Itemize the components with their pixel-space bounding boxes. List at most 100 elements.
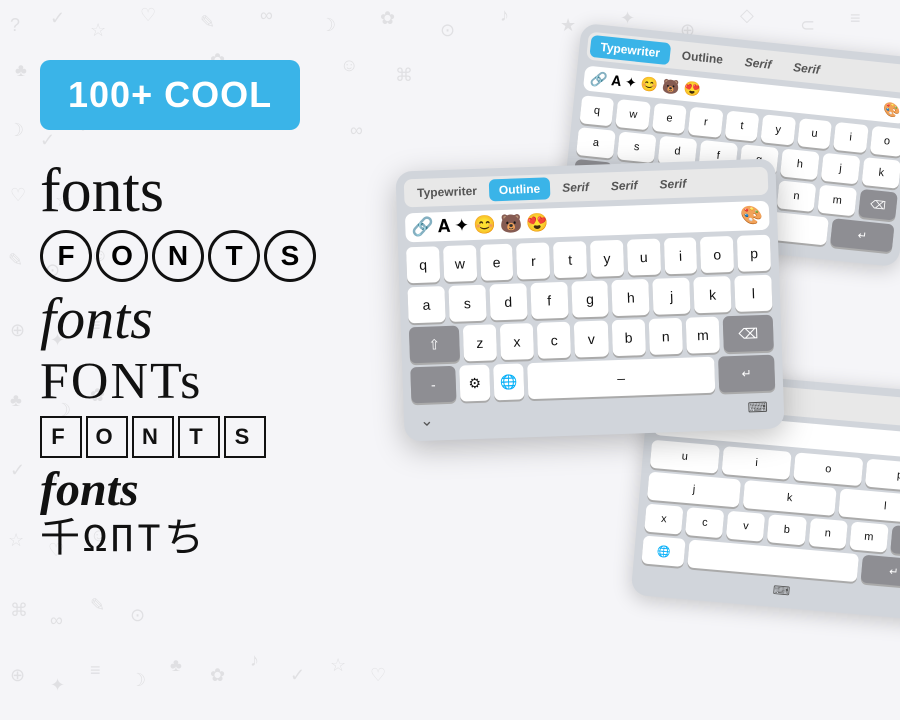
key-w[interactable]: w (443, 245, 477, 282)
key-l-front[interactable]: l (838, 488, 900, 524)
key-z[interactable]: z (463, 324, 497, 361)
chevron-down-icon[interactable]: ⌄ (420, 411, 434, 431)
key-b-front[interactable]: b (767, 514, 806, 545)
color-icon-back[interactable]: 🎨 (882, 101, 900, 120)
key-o[interactable]: o (700, 236, 734, 273)
tab-serif2-main[interactable]: Serif (600, 174, 647, 198)
sparkle-icon-back[interactable]: ✦ (624, 74, 637, 92)
font-icon-main[interactable]: 𝐀 (437, 216, 450, 237)
key-r-back[interactable]: r (688, 107, 723, 138)
key-i-front[interactable]: i (721, 446, 791, 480)
key-q[interactable]: q (406, 246, 440, 283)
key-m-front[interactable]: m (849, 521, 888, 552)
emoji-face-back[interactable]: 😊 (640, 75, 659, 94)
key-g[interactable]: g (571, 280, 609, 317)
share-icon-back[interactable]: 🔗 (589, 70, 608, 89)
key-c[interactable]: c (537, 322, 571, 359)
bear-icon-main[interactable]: 🐻 (499, 213, 522, 235)
key-s-back[interactable]: s (617, 131, 657, 163)
key-i-back[interactable]: i (833, 122, 868, 153)
key-t[interactable]: t (553, 241, 587, 278)
key-globe-front[interactable]: 🌐 (641, 535, 686, 567)
font-icon-back[interactable]: 𝐀 (611, 72, 622, 90)
key-m[interactable]: m (686, 317, 720, 354)
key-n-front[interactable]: n (808, 518, 847, 549)
key-return[interactable]: ↵ (718, 355, 775, 393)
tab-typewriter-main[interactable]: Typewriter (407, 180, 488, 205)
key-l[interactable]: l (734, 275, 772, 312)
key-s[interactable]: s (448, 285, 486, 322)
key-j-back[interactable]: j (821, 153, 861, 185)
share-icon-main[interactable]: 🔗 (411, 216, 434, 238)
sparkle-icon-main[interactable]: ✦ (454, 215, 470, 237)
key-settings[interactable]: ⚙ (459, 365, 490, 402)
key-k-front[interactable]: k (743, 480, 837, 516)
tab-serif2-back[interactable]: Serif (782, 55, 831, 82)
fonts-list: fonts F O N T S fonts FONTs F O N T S fo… (40, 160, 400, 562)
key-j-front[interactable]: j (647, 472, 741, 508)
keyboard-main: Typewriter Outline Serif Serif Serif 🔗 𝐀… (395, 158, 784, 441)
key-c-front[interactable]: c (685, 507, 724, 538)
font-sample-italic: fonts (40, 290, 400, 348)
key-u[interactable]: u (627, 239, 661, 276)
key-j[interactable]: j (653, 278, 691, 315)
key-m-back[interactable]: m (817, 185, 857, 217)
key-p-front[interactable]: p (865, 459, 900, 493)
key-delete[interactable]: ⌫ (723, 315, 774, 353)
key-v-front[interactable]: v (726, 511, 765, 542)
color-icon-main[interactable]: 🎨 (740, 205, 763, 227)
keyboard-icon[interactable]: ⌨ (747, 399, 768, 420)
tab-typewriter-back[interactable]: Typewriter (589, 35, 671, 65)
key-h[interactable]: h (612, 279, 650, 316)
tab-serif3-main[interactable]: Serif (649, 172, 696, 196)
tab-outline-back[interactable]: Outline (671, 43, 734, 71)
key-x[interactable]: x (500, 323, 534, 360)
key-p[interactable]: p (737, 235, 771, 272)
bear-icon-back[interactable]: 🐻 (661, 78, 680, 97)
key-t-back[interactable]: t (724, 110, 759, 141)
key-v[interactable]: v (574, 320, 608, 357)
key-y-back[interactable]: y (761, 114, 796, 145)
key-i[interactable]: i (663, 237, 697, 274)
key-e[interactable]: e (480, 244, 514, 281)
love-icon-back[interactable]: 😍 (683, 80, 702, 99)
keyboard-icon-front[interactable]: ⌨ (772, 583, 790, 598)
font-sample-serif: FONTs (40, 356, 400, 408)
key-n[interactable]: n (649, 318, 683, 355)
key-q-back[interactable]: q (579, 95, 614, 126)
key-n-back[interactable]: n (777, 180, 817, 212)
key-num[interactable]: - (410, 366, 456, 404)
key-f[interactable]: f (530, 282, 568, 319)
key-y[interactable]: y (590, 240, 624, 277)
key-k[interactable]: k (694, 276, 732, 313)
key-k-back[interactable]: k (861, 157, 900, 189)
key-o-front[interactable]: o (793, 452, 863, 486)
badge-text: 100+ COOL (68, 74, 272, 115)
key-x-front[interactable]: x (644, 504, 683, 535)
key-u-front[interactable]: u (650, 440, 720, 474)
key-d[interactable]: d (489, 283, 527, 320)
emoji-face-main[interactable]: 😊 (473, 214, 496, 236)
key-h-back[interactable]: h (780, 149, 820, 181)
key-return-front[interactable]: ↵ (861, 555, 900, 588)
key-a[interactable]: a (407, 286, 445, 323)
key-del-back[interactable]: ⌫ (858, 189, 898, 221)
key-space[interactable]: – (527, 357, 715, 400)
key-b[interactable]: b (611, 319, 645, 356)
love-icon-main[interactable]: 😍 (526, 212, 549, 234)
font-sample-bold-serif: fonts (40, 466, 400, 514)
key-w-back[interactable]: w (616, 99, 651, 130)
key-del-front[interactable]: ⌫ (890, 525, 900, 556)
font-sample-circled: F O N T S (40, 230, 400, 282)
key-shift[interactable]: ⇧ (409, 326, 460, 364)
key-globe-main[interactable]: 🌐 (493, 363, 524, 400)
tab-serif1-back[interactable]: Serif (734, 50, 783, 77)
key-return-back[interactable]: ↵ (830, 218, 894, 252)
tab-serif1-main[interactable]: Serif (552, 176, 599, 200)
key-a-back[interactable]: a (576, 127, 616, 159)
key-u-back[interactable]: u (797, 118, 832, 149)
key-e-back[interactable]: e (652, 103, 687, 134)
tab-outline-main[interactable]: Outline (489, 177, 551, 201)
key-o-back[interactable]: o (869, 126, 900, 157)
key-r[interactable]: r (516, 242, 550, 279)
